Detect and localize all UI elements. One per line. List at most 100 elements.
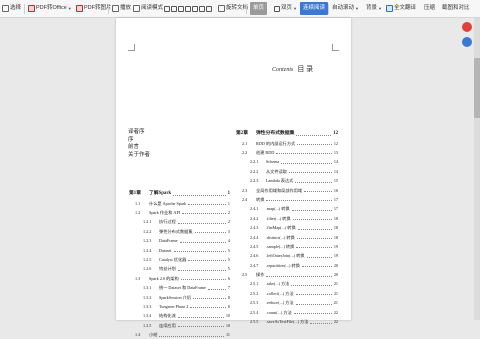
toc-number: 1.1 — [135, 200, 141, 206]
toc-title: 结构化流 — [159, 313, 176, 319]
full-translate-button[interactable]: 全文翻译 — [386, 2, 416, 15]
toc-entry[interactable]: 1.4 小结 11 — [129, 330, 230, 339]
toc-title: 小结 — [149, 332, 158, 338]
toc-entry[interactable]: 1.3.3 Tungsten Phase 2 8 — [129, 302, 230, 311]
toc-page-number: 4 — [227, 238, 230, 244]
toc-entry[interactable]: 2.4.2 .filter(...) 转换 18 — [236, 214, 338, 223]
toc-page-number: 21 — [333, 290, 338, 296]
side-red-icon[interactable] — [462, 22, 472, 32]
toc-entry[interactable]: 1.3 Spark 2.0 的架构 6 — [129, 274, 230, 283]
toc-leader — [281, 162, 332, 164]
crop-mark — [332, 44, 339, 51]
toc-entry[interactable]: 2.4.7 .repartition(...) 转换 20 — [236, 261, 338, 270]
toc-entry[interactable]: 1.2.1 执行过程 2 — [129, 217, 230, 226]
double-page-button[interactable]: 双页 ▼ — [274, 2, 297, 15]
toc-entry[interactable]: 2.4.3 .flatMap(...) 转换 18 — [236, 223, 338, 232]
toc-page-number: 6 — [227, 275, 230, 281]
toc-page-number: 19 — [333, 243, 338, 249]
toc-leader — [296, 294, 332, 296]
toc-entry[interactable]: 1.1 什么是 Apache Spark 1 — [129, 199, 230, 208]
toc-number: 2.5.1 — [250, 281, 259, 287]
front-matter-item[interactable]: 译者序 — [128, 129, 150, 137]
toc-number: 1.2 — [135, 209, 141, 215]
toc-entry[interactable]: 2.2 创建 RDD 13 — [236, 148, 338, 157]
toc-entry[interactable]: 1.3.4 结构化流 10 — [129, 311, 230, 320]
pdf-to-image-button[interactable]: PDF转图片 — [76, 2, 112, 15]
toc-entry[interactable]: 2.4.4 .distinct(...) 转换 18 — [236, 233, 338, 242]
reading-mode-button[interactable]: 阅读模式 — [133, 2, 163, 15]
front-matter-item[interactable]: 关于作者 — [128, 152, 150, 160]
toc-number: 1.4 — [135, 332, 141, 338]
toc-leader — [292, 209, 332, 211]
toc-title: RDD 的内部运行方式 — [256, 140, 296, 146]
front-matter-item[interactable]: 序 — [128, 137, 150, 145]
auto-scroll-button[interactable]: 自动滚动 ▼ — [332, 2, 359, 15]
toc-entry[interactable]: 2.2.2 从文件读取 14 — [236, 167, 338, 176]
rotate-right-icon[interactable] — [206, 5, 212, 12]
continuous-reading-button[interactable]: 连续阅读 — [300, 2, 329, 15]
toc-entry[interactable]: 1.3.5 连续应用 10 — [129, 321, 230, 330]
side-blue-icon[interactable] — [462, 37, 472, 47]
zoom-icon[interactable] — [192, 5, 198, 12]
toc-entry[interactable]: 2.4.1 .map(...) 转换 17 — [236, 204, 338, 213]
toc-entry[interactable]: 1.3.2 SparkSession 介绍 8 — [129, 293, 230, 302]
fit-page-icon[interactable] — [164, 5, 170, 12]
toc-leader — [302, 266, 332, 268]
toc-title: .flatMap(...) 转换 — [266, 225, 296, 231]
toc-entry[interactable]: 2.5 操作 20 — [236, 270, 338, 279]
select-tool[interactable]: 选择 — [2, 2, 21, 15]
toc-title: .filter(...) 转换 — [266, 215, 291, 221]
screenshot-compare-button[interactable]: 截图和对比 — [442, 2, 470, 15]
scrollbar[interactable] — [474, 18, 480, 320]
toc-entry[interactable]: 2.5.5 .saveAsTextFile(...) 方法 22 — [236, 317, 338, 326]
pdf-to-office-button[interactable]: PDF转Office ▼ — [28, 2, 72, 15]
toc-number: 1.3.5 — [143, 322, 152, 328]
toc-entry[interactable]: 2.3 全局作用域和局部作用域 16 — [236, 186, 338, 195]
scrollbar-thumb[interactable] — [474, 58, 480, 118]
rotate-document-button[interactable]: 旋转文档 — [218, 2, 248, 15]
toc-entry[interactable]: 1.2.5 Catalyst 优化器 5 — [129, 255, 230, 264]
view-icons-group[interactable] — [164, 2, 212, 15]
toc-chapter[interactable]: 第1章 了解Spark 1 — [129, 189, 230, 199]
toc-page-number: 2 — [227, 219, 230, 225]
toc-leader — [289, 172, 332, 174]
toc-leader — [188, 204, 226, 206]
toc-number: 2.5.4 — [250, 309, 259, 315]
thumbnail-icon[interactable] — [185, 5, 191, 12]
fit-width-icon[interactable] — [171, 5, 177, 12]
toc-leader — [307, 256, 332, 258]
background-button[interactable]: 背景 ▼ — [366, 2, 382, 15]
toc-number: 2.3 — [242, 187, 248, 193]
toc-entry[interactable]: 2.4 转换 17 — [236, 195, 338, 204]
compress-button[interactable]: 压缩 — [424, 2, 435, 15]
toc-entry[interactable]: 2.2.1 Schema 14 — [236, 157, 338, 166]
toc-entry[interactable]: 2.4.5 .sample(...) 转换 19 — [236, 242, 338, 251]
toc-entry[interactable]: 1.2.4 Dataset 5 — [129, 246, 230, 255]
toc-entry[interactable]: 2.1 RDD 的内部运行方式 12 — [236, 139, 338, 148]
chevron-down-icon: ▼ — [378, 6, 382, 11]
actual-size-icon[interactable] — [178, 5, 184, 12]
toc-entry[interactable]: 2.5.2 .collect(...) 方法 21 — [236, 289, 338, 298]
toc-entry[interactable]: 1.3.1 统一 Dataset 和 DataFrame 7 — [129, 283, 230, 292]
rotate-left-icon[interactable] — [199, 5, 205, 12]
toc-entry[interactable]: 2.5.1 .take(...) 方法 21 — [236, 279, 338, 288]
toc-leader — [178, 222, 226, 224]
toc-entry[interactable]: 1.2.6 钨丝计划 5 — [129, 264, 230, 273]
toc-title: 操作 — [256, 272, 265, 278]
toc-entry[interactable]: 2.5.4 .count(...) 方法 22 — [236, 308, 338, 317]
toc-page-number: 21 — [333, 300, 338, 306]
toc-title: 连续应用 — [159, 322, 176, 328]
toc-entry[interactable]: 2.4.6 .leftOuterJoin(...) 转换 19 — [236, 251, 338, 260]
toc-entry[interactable]: 1.2.2 弹性分布式数据集 3 — [129, 227, 230, 236]
toc-entry[interactable]: 1.2 Spark 作业和 API 2 — [129, 208, 230, 217]
toc-chapter[interactable]: 第2章 弹性分布式数据集 12 — [236, 129, 338, 139]
toc-number: 2.4.6 — [250, 253, 259, 259]
toc-number: 2.2.1 — [250, 159, 259, 165]
single-page-button[interactable]: 单页 — [250, 2, 268, 15]
toc-entry[interactable]: 1.2.3 DataFrame 4 — [129, 236, 230, 245]
toc-leader — [208, 288, 226, 290]
toc-entry[interactable]: 2.2.3 Lambda 表达式 15 — [236, 176, 338, 185]
play-button[interactable]: 播放 — [112, 2, 131, 15]
front-matter-item[interactable]: 前言 — [128, 144, 150, 152]
toc-entry[interactable]: 2.5.3 .reduce(...) 方法 21 — [236, 298, 338, 307]
